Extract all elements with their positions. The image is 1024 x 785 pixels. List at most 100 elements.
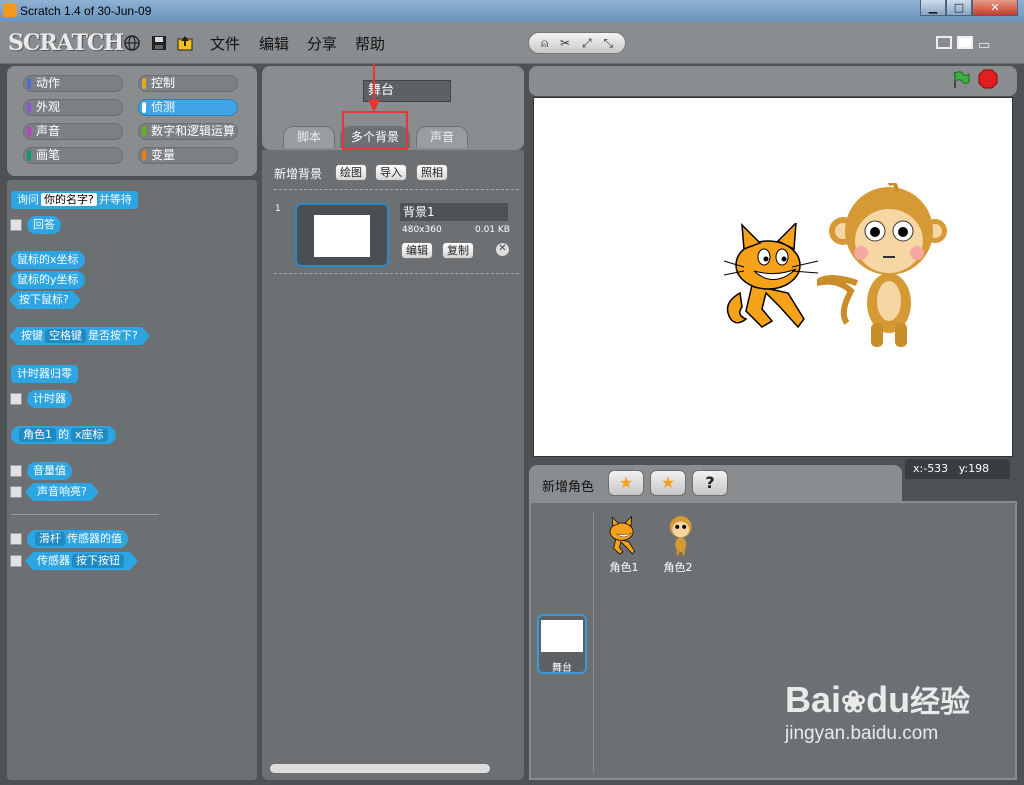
watermark-url: jingyan.baidu.com <box>785 723 939 744</box>
category-pen[interactable]: 画笔 <box>23 147 123 164</box>
small-stage-icon[interactable] <box>936 36 952 49</box>
loudness-checkbox[interactable] <box>10 465 22 477</box>
category-operators[interactable]: 数字和逻辑运算 <box>138 123 238 140</box>
divider <box>274 273 519 274</box>
sensor-checkbox[interactable] <box>10 555 22 567</box>
stage-canvas[interactable] <box>533 97 1013 457</box>
shrink-icon[interactable]: ⤡ <box>603 36 613 51</box>
watermark-brand-text-2: du <box>866 679 911 720</box>
sprite2-thumbnail-icon[interactable] <box>663 513 695 559</box>
sensor-dropdown[interactable]: 滑杆 <box>35 532 65 546</box>
background-name-field[interactable]: 背景1 <box>400 203 508 221</box>
ask-text-slot[interactable]: 你的名字? <box>41 193 97 206</box>
backgrounds-pane: 新增背景 绘图 导入 照相 1 背景1 480x360 0.01 KB 编辑 复… <box>262 150 524 780</box>
question-mark-icon: ? <box>705 473 715 492</box>
copy-background-button[interactable]: 复制 <box>442 242 474 259</box>
sensor-value-block[interactable]: 滑杆 传感器的值 <box>27 530 128 548</box>
answer-block[interactable]: 回答 <box>27 216 61 234</box>
x-value: -533 <box>923 462 949 475</box>
key-pressed-block[interactable]: 按键 空格键 是否按下? <box>9 327 150 345</box>
stage-layout-toggle: ▭ <box>936 36 995 53</box>
scratch-app-icon <box>3 3 17 17</box>
menu-share[interactable]: 分享 <box>307 33 337 54</box>
sensor-pressed-block[interactable]: 传感器 按下按钮 <box>25 552 138 570</box>
reset-timer-block[interactable]: 计时器归零 <box>11 365 78 383</box>
divider <box>274 189 519 190</box>
menu-help[interactable]: 帮助 <box>355 33 385 54</box>
category-sensing[interactable]: 侦测 <box>138 99 238 116</box>
key-dropdown[interactable]: 空格键 <box>45 329 86 343</box>
window-title: Scratch 1.4 of 30-Jun-09 <box>20 4 152 18</box>
thumbnail-image <box>314 215 370 257</box>
edit-background-button[interactable]: 编辑 <box>401 242 433 259</box>
normal-stage-icon[interactable] <box>957 36 973 49</box>
menu-edit[interactable]: 编辑 <box>259 33 289 54</box>
sensor-value-checkbox[interactable] <box>10 533 22 545</box>
loudness-block[interactable]: 音量值 <box>27 462 72 480</box>
paint-sprite-button[interactable]: ★ <box>608 470 644 496</box>
wrench-icon[interactable]: ✂ <box>560 36 570 50</box>
loud-block[interactable]: 声音响亮? <box>25 483 99 501</box>
sprite1-thumbnail-icon[interactable] <box>605 515 641 557</box>
paint-button[interactable]: 绘图 <box>335 164 367 181</box>
sensor-button-dropdown[interactable]: 按下按钮 <box>72 554 124 568</box>
presentation-mode-icon[interactable]: ▭ <box>978 38 990 53</box>
paw-icon: ❀ <box>841 686 867 719</box>
window-titlebar: Scratch 1.4 of 30-Jun-09 ▁ □ ✕ <box>0 0 1024 22</box>
person-icon[interactable]: ⍝ <box>541 36 548 51</box>
background-dimensions: 480x360 <box>402 225 442 235</box>
category-variables[interactable]: 变量 <box>138 147 238 164</box>
answer-checkbox[interactable] <box>10 219 22 231</box>
block-label: 是否按下? <box>88 329 138 342</box>
save-icon[interactable] <box>151 35 167 51</box>
menu-file[interactable]: 文件 <box>210 33 240 54</box>
cat-sprite-icon[interactable] <box>722 223 822 331</box>
palette-divider <box>11 514 159 515</box>
block-label: 传感器的值 <box>67 532 122 545</box>
green-flag-icon[interactable] <box>951 70 971 90</box>
mouse-down-block[interactable]: 按下鼠标? <box>9 291 81 309</box>
random-sprite-button[interactable]: ? <box>692 470 728 496</box>
ask-and-wait-block[interactable]: 询问 你的名字? 并等待 <box>11 191 138 209</box>
category-looks[interactable]: 外观 <box>23 99 123 116</box>
y-label: y: <box>958 462 969 475</box>
globe-icon[interactable] <box>124 35 140 51</box>
block-label: 的 <box>58 428 69 441</box>
category-sound[interactable]: 声音 <box>23 123 123 140</box>
horizontal-scrollbar[interactable] <box>270 764 490 773</box>
cursor-mode-bar: ⍝ ✂ ⤢ ⤡ <box>528 32 626 54</box>
watermark-brand-text-3: 经验 <box>910 686 971 719</box>
stage-thumbnail-image <box>541 620 583 652</box>
attribute-dropdown[interactable]: x座标 <box>71 428 108 442</box>
maximize-button[interactable]: □ <box>946 0 972 16</box>
annotation-highlight-box <box>342 111 408 150</box>
background-thumbnail[interactable] <box>295 203 389 267</box>
minimize-button[interactable]: ▁ <box>920 0 946 16</box>
close-button[interactable]: ✕ <box>972 0 1018 16</box>
timer-block[interactable]: 计时器 <box>27 390 72 408</box>
sprite-list-divider <box>593 511 594 773</box>
stage-thumbnail[interactable]: 舞台 <box>537 614 587 674</box>
category-motion[interactable]: 动作 <box>23 75 123 92</box>
timer-checkbox[interactable] <box>10 393 22 405</box>
category-control[interactable]: 控制 <box>138 75 238 92</box>
sprite-dropdown[interactable]: 角色1 <box>19 428 56 442</box>
tab-sounds[interactable]: 声音 <box>416 126 468 148</box>
stage-thumbnail-label: 舞台 <box>552 663 572 674</box>
choose-sprite-button[interactable]: ★ <box>650 470 686 496</box>
stop-sign-icon[interactable] <box>978 69 998 89</box>
share-upload-icon[interactable] <box>177 35 193 51</box>
loud-checkbox[interactable] <box>10 486 22 498</box>
mouse-x-block[interactable]: 鼠标的x坐标 <box>11 251 85 269</box>
paint-star-icon: ★ <box>618 473 634 492</box>
grow-icon[interactable]: ⤢ <box>582 36 592 51</box>
sprite2-label: 角色2 <box>663 561 693 574</box>
monkey-sprite-icon[interactable] <box>817 183 947 353</box>
camera-button[interactable]: 照相 <box>416 164 448 181</box>
sprite-attribute-block[interactable]: 角色1 的 x座标 <box>11 426 116 444</box>
import-button[interactable]: 导入 <box>375 164 407 181</box>
tab-scripts[interactable]: 脚本 <box>283 126 335 148</box>
mouse-y-block[interactable]: 鼠标的y坐标 <box>11 271 85 289</box>
background-index: 1 <box>275 204 281 214</box>
delete-icon[interactable]: ✕ <box>496 243 509 256</box>
